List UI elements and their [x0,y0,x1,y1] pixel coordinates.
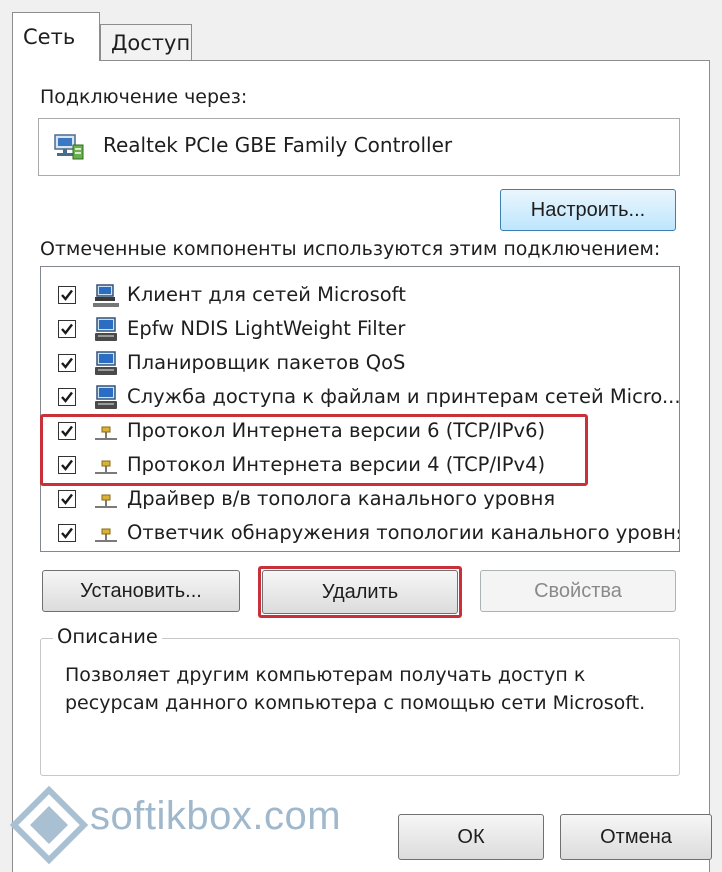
tab-sharing[interactable]: Доступ [100,24,192,61]
adapter-name: Realtek PCIe GBE Family Controller [103,133,453,157]
component-checkbox[interactable] [58,286,76,304]
checkmark-icon [61,323,73,335]
list-item[interactable]: Ответчик обнаружения топологии канальног… [41,517,680,551]
list-item[interactable]: Служба доступа к файлам и принтерам сете… [41,381,680,415]
checkmark-icon [61,289,73,301]
protocol-icon [95,494,117,508]
component-label: Планировщик пакетов QoS [127,351,406,374]
description-text: Позволяет другим компьютерам получать до… [65,664,646,714]
component-label: Драйвер в/в тополога канального уровня [127,487,556,510]
list-item[interactable]: Клиент для сетей Microsoft [41,279,677,313]
protocol-icon [95,528,117,542]
network-service-icon [95,351,117,375]
watermark-text: softikbox.com [90,794,342,838]
checkmark-icon [61,357,73,369]
checkmark-icon [61,527,73,539]
network-client-icon [93,284,119,307]
component-label: Клиент для сетей Microsoft [127,283,406,306]
list-item[interactable]: Планировщик пакетов QoS [41,347,677,381]
network-service-icon [95,385,117,409]
checkmark-icon [61,391,73,403]
cancel-button[interactable]: Отмена [560,814,712,860]
checkmark-icon [61,493,73,505]
component-checkbox[interactable] [58,490,76,508]
component-checkbox[interactable] [58,524,76,542]
description-group: Описание Позволяет другим компьютерам по… [40,625,680,776]
component-label: Epfw NDIS LightWeight Filter [127,317,406,340]
adapter-field: Realtek PCIe GBE Family Controller [38,118,680,176]
tab-network[interactable]: Сеть [12,12,100,61]
list-item[interactable]: Драйвер в/в тополога канального уровня [41,483,677,517]
properties-button: Свойства [480,570,676,612]
component-checkbox[interactable] [58,320,76,338]
tab-strip: Сеть Доступ [0,0,722,61]
tab-network-label: Сеть [23,25,76,49]
watermark-logo-icon [10,786,88,864]
description-legend: Описание [53,625,162,648]
tab-sharing-label: Доступ [111,30,191,55]
uninstall-highlight [258,566,462,618]
network-service-icon [95,317,117,341]
components-label: Отмеченные компоненты используются этим … [40,238,661,260]
ok-button[interactable]: ОК [398,814,544,860]
network-adapter-icon [54,134,84,160]
ip-protocols-highlight [40,414,588,486]
watermark: softikbox.com [4,784,384,864]
component-label: Ответчик обнаружения топологии канальног… [127,521,680,544]
component-checkbox[interactable] [58,388,76,406]
component-label: Служба доступа к файлам и принтерам сете… [127,385,680,408]
configure-button[interactable]: Настроить... [500,189,676,231]
components-list[interactable]: Клиент для сетей Microsoft Epfw NDIS Lig… [40,266,680,552]
component-checkbox[interactable] [58,354,76,372]
list-item[interactable]: Epfw NDIS LightWeight Filter [41,313,677,347]
connect-using-label: Подключение через: [40,86,248,108]
install-button[interactable]: Установить... [42,570,240,612]
